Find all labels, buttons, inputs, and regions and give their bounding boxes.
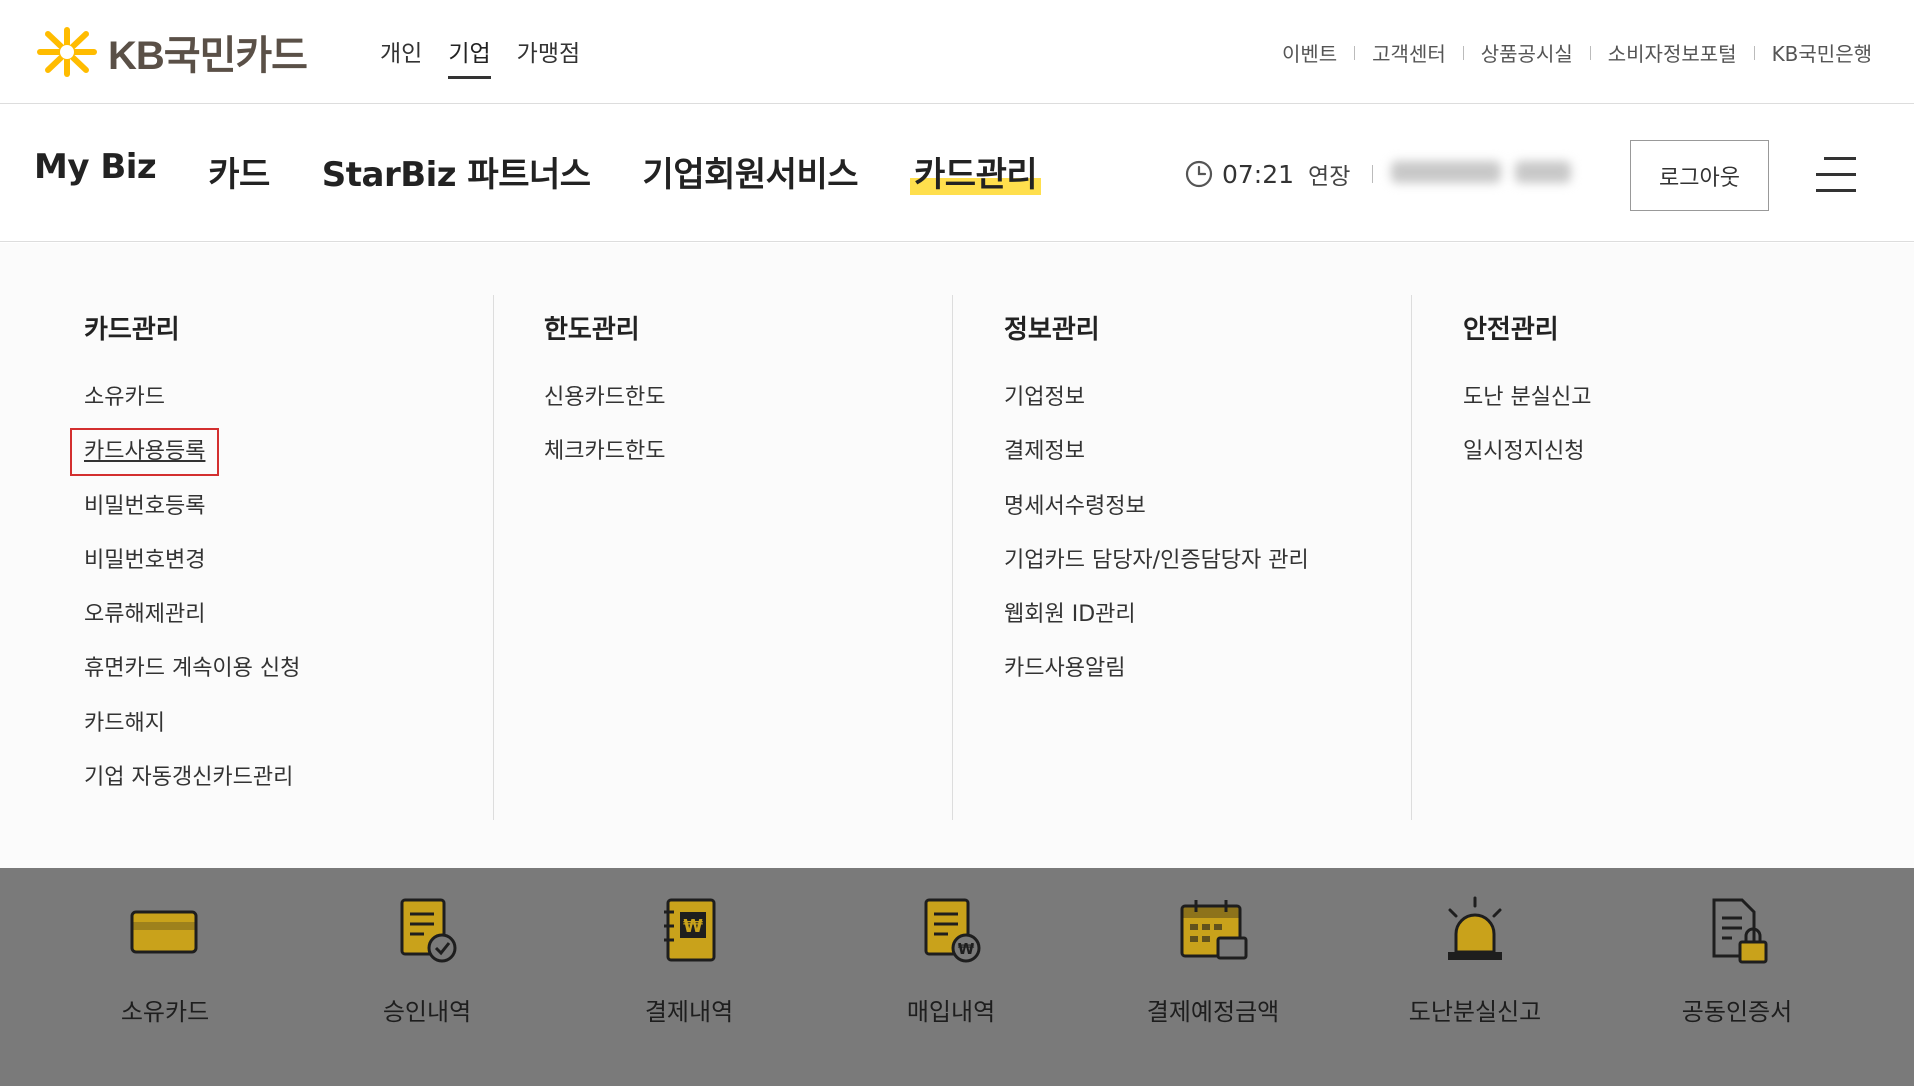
quick-item-label: 소유카드	[120, 998, 210, 1026]
menu-column-info-management: 정보관리 기업정보 결제정보 명세서수령정보 기업카드 담당자/인증담당자 관리…	[1004, 295, 1463, 820]
logout-button[interactable]: 로그아웃	[1630, 140, 1769, 211]
siren-icon	[1448, 896, 1502, 960]
divider	[1372, 165, 1374, 183]
quick-item-label: 승인내역	[382, 998, 472, 1026]
column-divider	[493, 295, 494, 820]
link-product-disclosure[interactable]: 상품공시실	[1481, 38, 1573, 67]
menu-item-theft-loss-report[interactable]: 도난 분실신고	[1463, 383, 1591, 437]
top-utility-bar: KB국민카드 개인 기업 가맹점 이벤트 고객센터 상품공시실 소비자정보포털 …	[0, 0, 1914, 104]
menu-column-limit-management: 한도관리 신용카드한도 체크카드한도	[544, 295, 1003, 820]
calendar-icon	[1180, 900, 1248, 960]
quick-item-purchase-history[interactable]: ₩ 매입내역	[820, 868, 1082, 1086]
kb-star-logo-icon	[37, 27, 97, 77]
quick-item-label: 공동인증서	[1681, 998, 1793, 1026]
clock-icon	[1185, 160, 1213, 188]
column-divider	[952, 295, 953, 820]
menu-item-card-usage-registration[interactable]: 카드사용등록	[70, 428, 300, 491]
session-extend-button[interactable]: 연장	[1308, 157, 1350, 191]
link-customer-center[interactable]: 고객센터	[1372, 38, 1446, 67]
hamburger-menu-icon[interactable]	[1812, 155, 1856, 195]
gnb-label: StarBiz 파트너스	[321, 155, 591, 195]
link-event[interactable]: 이벤트	[1282, 38, 1337, 67]
payment-notebook-icon: ₩	[664, 898, 716, 962]
link-kb-bank[interactable]: KB국민은행	[1772, 38, 1872, 67]
svg-text:₩: ₩	[958, 940, 975, 958]
mega-menu-panel: 카드관리 소유카드 카드사용등록 비밀번호등록 비밀번호변경 오류해제관리 휴면…	[0, 243, 1914, 868]
menu-column-card-management: 카드관리 소유카드 카드사용등록 비밀번호등록 비밀번호변경 오류해제관리 휴면…	[70, 295, 543, 820]
utility-links: 이벤트 고객센터 상품공시실 소비자정보포털 KB국민은행	[1282, 38, 1872, 67]
logo-text: KB국민카드	[108, 34, 308, 78]
menu-item-payment-info[interactable]: 결제정보	[1004, 437, 1309, 491]
menu-item-temporary-suspension[interactable]: 일시정지신청	[1463, 437, 1591, 491]
column-title: 안전관리	[1463, 315, 1559, 345]
menu-item-auto-renewal-card[interactable]: 기업 자동갱신카드관리	[84, 763, 300, 817]
session-remaining-time: 07:21	[1222, 159, 1295, 189]
column-title: 카드관리	[84, 315, 180, 345]
tab-merchant[interactable]: 가맹점	[517, 34, 580, 79]
quick-item-theft-loss-report[interactable]: 도난분실신고	[1344, 868, 1606, 1086]
menu-item-error-release[interactable]: 오류해제관리	[84, 600, 300, 654]
quick-menu-bar: 소유카드 승인내역 ₩ 결제내역 ₩ 매입내역 결제예정금액 도난분실신고 공동…	[0, 868, 1914, 1086]
quick-item-payment-history[interactable]: ₩ 결제내역	[558, 868, 820, 1086]
kb-card-logo[interactable]: KB국민카드	[34, 26, 308, 78]
column-title: 정보관리	[1004, 315, 1100, 345]
menu-list: 기업정보 결제정보 명세서수령정보 기업카드 담당자/인증담당자 관리 웹회원 …	[1004, 383, 1309, 709]
global-nav: My Biz 카드 StarBiz 파트너스 기업회원서비스 카드관리	[34, 147, 1042, 196]
menu-list: 소유카드 카드사용등록 비밀번호등록 비밀번호변경 오류해제관리 휴면카드 계속…	[70, 383, 300, 817]
gnb-corporate-member-service[interactable]: 기업회원서비스	[642, 147, 859, 196]
quick-item-label: 매입내역	[906, 998, 996, 1026]
gnb-label: 기업회원서비스	[642, 155, 859, 195]
gnb-label: 카드관리	[910, 155, 1042, 195]
divider	[1462, 45, 1464, 60]
menu-column-safety-management: 안전관리 도난 분실신고 일시정지신청	[1463, 295, 1914, 820]
gnb-label: 카드	[208, 155, 270, 195]
menu-item-check-card-limit[interactable]: 체크카드한도	[544, 437, 665, 491]
service-tabs: 개인 기업 가맹점	[380, 34, 580, 79]
menu-item-card-cancellation[interactable]: 카드해지	[84, 709, 300, 763]
divider	[1354, 45, 1356, 60]
certificate-lock-icon	[1712, 898, 1768, 964]
quick-item-label: 결제내역	[644, 998, 734, 1026]
menu-item-credit-card-limit[interactable]: 신용카드한도	[544, 383, 665, 437]
card-icon	[130, 910, 198, 954]
quick-item-approval-history[interactable]: 승인내역	[296, 868, 558, 1086]
quick-item-owned-cards[interactable]: 소유카드	[34, 868, 296, 1086]
tab-corporate[interactable]: 기업	[448, 34, 491, 79]
quick-item-label: 도난분실신고	[1408, 998, 1542, 1026]
menu-item-dormant-card-continue[interactable]: 휴면카드 계속이용 신청	[84, 654, 300, 708]
menu-item-card-usage-alert[interactable]: 카드사용알림	[1004, 654, 1309, 708]
divider	[1753, 45, 1755, 60]
quick-item-scheduled-payment[interactable]: 결제예정금액	[1082, 868, 1344, 1086]
approval-document-icon	[400, 898, 457, 963]
column-divider	[1411, 295, 1412, 820]
column-title: 한도관리	[544, 315, 640, 345]
link-consumer-portal[interactable]: 소비자정보포털	[1608, 38, 1737, 67]
gnb-label: My Biz	[34, 147, 157, 187]
session-timer: 07:21 연장	[1184, 157, 1581, 191]
menu-list: 신용카드한도 체크카드한도	[544, 383, 665, 492]
menu-item-pin-change[interactable]: 비밀번호변경	[84, 546, 300, 600]
menu-item-company-info[interactable]: 기업정보	[1004, 383, 1309, 437]
main-navigation-bar: My Biz 카드 StarBiz 파트너스 기업회원서비스 카드관리 07:2…	[0, 105, 1914, 242]
menu-item-card-manager[interactable]: 기업카드 담당자/인증담당자 관리	[1004, 546, 1309, 600]
divider	[1589, 45, 1591, 60]
quick-item-joint-certificate[interactable]: 공동인증서	[1606, 868, 1868, 1086]
gnb-card[interactable]: 카드	[208, 147, 270, 196]
quick-item-label: 결제예정금액	[1146, 998, 1280, 1026]
menu-item-web-member-id[interactable]: 웹회원 ID관리	[1004, 600, 1309, 654]
gnb-my-biz[interactable]: My Biz	[34, 147, 157, 196]
menu-item-statement-receipt-info[interactable]: 명세서수령정보	[1004, 492, 1309, 546]
gnb-starbiz-partners[interactable]: StarBiz 파트너스	[322, 147, 591, 196]
menu-item-pin-registration[interactable]: 비밀번호등록	[84, 492, 300, 546]
menu-list: 도난 분실신고 일시정지신청	[1463, 383, 1591, 492]
tab-personal[interactable]: 개인	[380, 34, 422, 79]
svg-text:₩: ₩	[683, 916, 703, 937]
gnb-card-management[interactable]: 카드관리	[910, 147, 1042, 196]
purchase-document-icon: ₩	[924, 898, 981, 963]
user-name-redacted	[1391, 161, 1581, 187]
